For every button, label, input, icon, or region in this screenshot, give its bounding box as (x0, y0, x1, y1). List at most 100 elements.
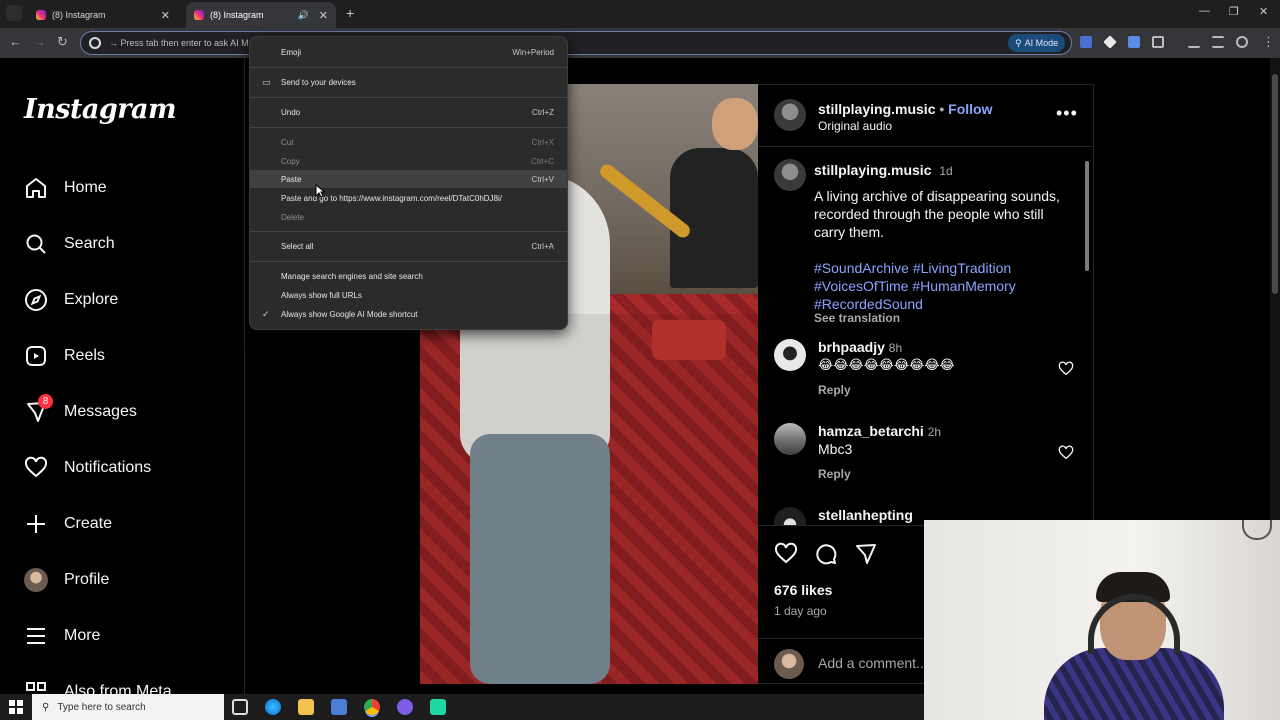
menu-item-paste[interactable]: Paste Ctrl+V (250, 170, 567, 188)
windows-start-icon[interactable] (9, 700, 23, 714)
comment-username[interactable]: stellanhepting (818, 507, 913, 523)
file-explorer-icon[interactable] (298, 699, 314, 715)
caption-username[interactable]: stillplaying.music (814, 162, 931, 178)
sidebar-item-explore[interactable]: Explore (24, 282, 234, 318)
see-translation-link[interactable]: See translation (814, 311, 900, 325)
menu-item-paste-and-go[interactable]: Paste and go to https://www.instagram.co… (250, 189, 567, 207)
hashtag-line[interactable]: #VoicesOfTime #HumanMemory (814, 277, 1070, 295)
menu-item-emoji[interactable]: Emoji Win+Period (250, 43, 567, 61)
back-icon[interactable]: ← (9, 34, 22, 49)
google-icon (89, 37, 101, 49)
add-comment-input[interactable]: Add a comment... (818, 655, 928, 671)
comment-avatar[interactable] (774, 423, 806, 455)
address-bar[interactable]: → Press tab then enter to ask AI M (80, 31, 1072, 55)
comment-time: 2h (927, 425, 942, 439)
sidebar-item-label: Reels (64, 347, 105, 364)
close-tab-icon[interactable]: ✕ (319, 9, 328, 22)
windows-taskbar: ⚲ Type here to search (0, 694, 924, 720)
comment-bubble-icon[interactable] (814, 542, 838, 566)
grid-icon (26, 682, 46, 691)
comment-username[interactable]: brhpaadjy (818, 339, 885, 355)
sidebar-item-also-from-meta[interactable]: Also from Meta (24, 674, 234, 694)
like-heart-icon[interactable] (774, 542, 798, 566)
tab-search-button[interactable] (6, 5, 22, 21)
profile-icon[interactable] (1236, 36, 1248, 48)
menu-item-select-all[interactable]: Select all Ctrl+A (250, 237, 567, 255)
chrome-icon[interactable] (364, 699, 380, 715)
menu-item-shortcut: Ctrl+Z (532, 107, 554, 117)
edge-icon[interactable] (265, 699, 281, 715)
menu-item-copy[interactable]: Copy Ctrl+C (250, 152, 567, 170)
menu-item-always-show-full-urls[interactable]: Always show full URLs (250, 286, 567, 304)
original-audio-link[interactable]: Original audio (818, 119, 892, 133)
instagram-logo[interactable]: Instagram (24, 94, 177, 125)
minimize-window-icon[interactable]: — (1199, 5, 1210, 17)
video-shade (420, 314, 758, 684)
scrollbar-thumb[interactable] (1085, 161, 1089, 271)
menu-item-shortcut: Ctrl+V (531, 174, 554, 184)
webcam-overlay (924, 520, 1280, 720)
translate-icon[interactable] (1080, 36, 1092, 48)
sidebar-item-label: Notifications (64, 459, 152, 476)
sidebar-item-reels[interactable]: Reels (24, 338, 234, 374)
sidebar-item-more[interactable]: More (24, 618, 234, 654)
menu-item-manage-search-engines[interactable]: Manage search engines and site search (250, 267, 567, 285)
speaker-icon[interactable]: 🔊 (298, 10, 309, 21)
forward-icon[interactable]: → (33, 34, 46, 49)
menu-item-label: Delete (281, 212, 305, 222)
hashtag-line[interactable]: #SoundArchive #LivingTradition (814, 259, 1070, 277)
reload-icon[interactable]: ↻ (57, 34, 68, 50)
webcam-lamp (1242, 520, 1272, 540)
media-controls-icon[interactable] (1212, 36, 1224, 48)
sidebar-item-messages[interactable]: 8 Messages (24, 394, 234, 430)
sidebar-item-label: Messages (64, 403, 137, 420)
download-icon[interactable] (1188, 36, 1200, 48)
sidebar-item-home[interactable]: Home (24, 170, 234, 206)
sidebar-item-create[interactable]: Create (24, 506, 234, 542)
instagram-favicon-icon (194, 10, 204, 20)
reply-button[interactable]: Reply (818, 467, 851, 481)
sidebar-item-notifications[interactable]: Notifications (24, 450, 234, 486)
like-comment-heart-icon[interactable] (1058, 445, 1074, 461)
follow-button[interactable]: Follow (948, 101, 992, 117)
comment-username[interactable]: hamza_betarchi (818, 423, 924, 439)
new-tab-button[interactable]: + (346, 5, 354, 21)
task-view-icon[interactable] (232, 699, 248, 715)
comment-avatar[interactable] (774, 507, 806, 525)
restore-window-icon[interactable]: ❐ (1229, 5, 1239, 18)
discord-icon[interactable] (397, 699, 413, 715)
sidebar-item-search[interactable]: Search (24, 226, 234, 262)
taskbar-search-box[interactable]: ⚲ Type here to search (32, 694, 224, 720)
close-tab-icon[interactable]: ✕ (161, 9, 170, 22)
close-window-icon[interactable]: ✕ (1259, 5, 1268, 18)
menu-item-cut[interactable]: Cut Ctrl+X (250, 133, 567, 151)
menu-item-label: Emoji (281, 47, 302, 57)
reply-button[interactable]: Reply (818, 383, 851, 397)
browser-tab-2[interactable]: (8) Instagram 🔊 ✕ (186, 2, 336, 28)
browser-tab-1[interactable]: (8) Instagram ✕ (28, 2, 178, 28)
puzzle-icon[interactable] (1152, 36, 1164, 48)
extension-diamond-icon[interactable] (1103, 35, 1117, 49)
author-avatar[interactable] (774, 99, 806, 131)
sidebar-item-label: Also from Meta (64, 683, 172, 694)
browser-menu-icon[interactable]: ⋮ (1262, 34, 1275, 50)
more-options-icon[interactable]: ••• (1056, 103, 1078, 124)
ai-mode-button[interactable]: ⚲ AI Mode (1008, 34, 1066, 52)
caption-author-avatar[interactable] (774, 159, 806, 191)
menu-item-delete[interactable]: Delete (250, 208, 567, 226)
comment-avatar[interactable] (774, 339, 806, 371)
share-paper-plane-icon[interactable] (854, 542, 878, 566)
sidebar-item-profile[interactable]: Profile (24, 562, 234, 598)
store-icon[interactable] (331, 699, 347, 715)
comments-scrollbar[interactable] (1084, 151, 1090, 523)
extension-icon[interactable] (1128, 36, 1140, 48)
menu-item-send-to-devices[interactable]: ▭ Send to your devices (250, 73, 567, 91)
ai-mode-label: AI Mode (1024, 38, 1059, 48)
likes-count[interactable]: 676 likes (774, 582, 832, 598)
menu-item-always-show-ai-mode[interactable]: ✓ Always show Google AI Mode shortcut (250, 305, 567, 323)
app-icon[interactable] (430, 699, 446, 715)
menu-item-undo[interactable]: Undo Ctrl+Z (250, 103, 567, 121)
page-scrollbar-thumb[interactable] (1272, 74, 1278, 294)
author-username[interactable]: stillplaying.music (818, 101, 935, 117)
like-comment-heart-icon[interactable] (1058, 361, 1074, 377)
